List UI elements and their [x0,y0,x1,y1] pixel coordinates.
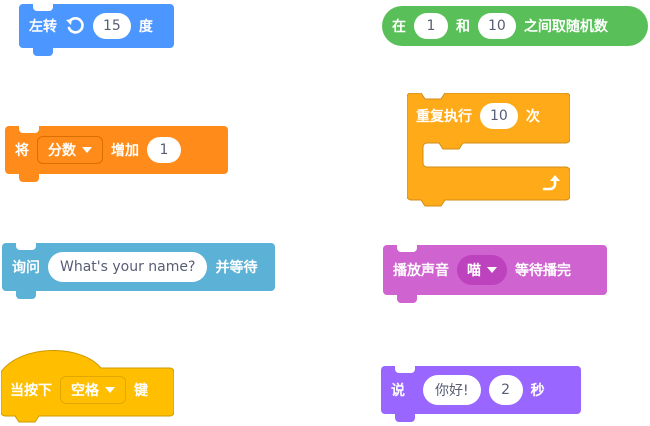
block-notch [397,244,417,252]
change-amount-input[interactable]: 1 [147,137,181,163]
change-label: 将 [15,143,29,159]
play-sound-suffix-label: 等待播完 [515,263,571,279]
say-for-seconds-block[interactable]: 说 你好! 2 秒 [381,365,581,422]
dropdown-arrow-icon [105,387,115,393]
repeat-suffix-label: 次 [525,109,540,125]
say-label: 说 [391,383,405,399]
sound-dropdown[interactable]: 喵 [457,255,507,285]
block-notch [19,125,39,133]
degrees-unit-label: 度 [138,19,153,35]
block-notch [16,242,36,250]
when-key-pressed-block[interactable]: 当按下 空格 键 [1,350,174,423]
rotate-left-icon [65,16,85,36]
repeat-label: 重复执行 [416,109,472,125]
dropdown-arrow-icon [82,147,92,153]
change-by-label: 增加 [111,143,139,159]
ask-and-wait-block[interactable]: 询问 What's your name? 并等待 [2,242,275,299]
play-sound-label: 播放声音 [393,263,449,279]
repeat-block[interactable]: 重复执行 10 次 [407,93,570,207]
key-name: 空格 [71,383,99,399]
random-suffix-label: 之间取随机数 [523,19,608,35]
block-notch [33,3,53,11]
say-seconds-input[interactable]: 2 [488,375,523,405]
loop-arrow-icon [541,174,561,196]
degrees-input[interactable]: 15 [93,13,131,39]
variable-dropdown[interactable]: 分数 [37,136,103,164]
block-bump [395,414,415,422]
turn-left-block[interactable]: 左转 15 度 [19,3,174,56]
say-message-input[interactable]: 你好! [423,375,481,405]
random-from-input[interactable]: 1 [414,13,448,39]
random-from-label: 在 [392,19,406,35]
when-key-label: 当按下 [10,383,52,399]
random-and-label: 和 [456,19,470,35]
turn-left-label: 左转 [29,19,57,35]
block-bump [19,174,39,182]
random-number-block[interactable]: 在 1 和 10 之间取随机数 [382,6,648,46]
change-variable-block[interactable]: 将 分数 增加 1 [5,125,228,182]
say-seconds-unit-label: 秒 [530,383,545,399]
block-notch [395,365,415,373]
variable-name: 分数 [48,143,76,159]
block-bump [397,295,417,303]
sound-name: 喵 [467,263,481,279]
ask-wait-label: 并等待 [215,260,258,276]
question-input[interactable]: What's your name? [48,252,208,282]
repeat-times-input[interactable]: 10 [480,103,518,129]
block-bump [16,291,36,299]
ask-label: 询问 [12,260,40,276]
play-sound-block[interactable]: 播放声音 喵 等待播完 [383,244,607,303]
block-bump [33,48,53,56]
dropdown-arrow-icon [487,267,497,273]
key-dropdown[interactable]: 空格 [60,376,126,404]
random-to-input[interactable]: 10 [478,13,516,39]
key-suffix-label: 键 [134,383,148,399]
